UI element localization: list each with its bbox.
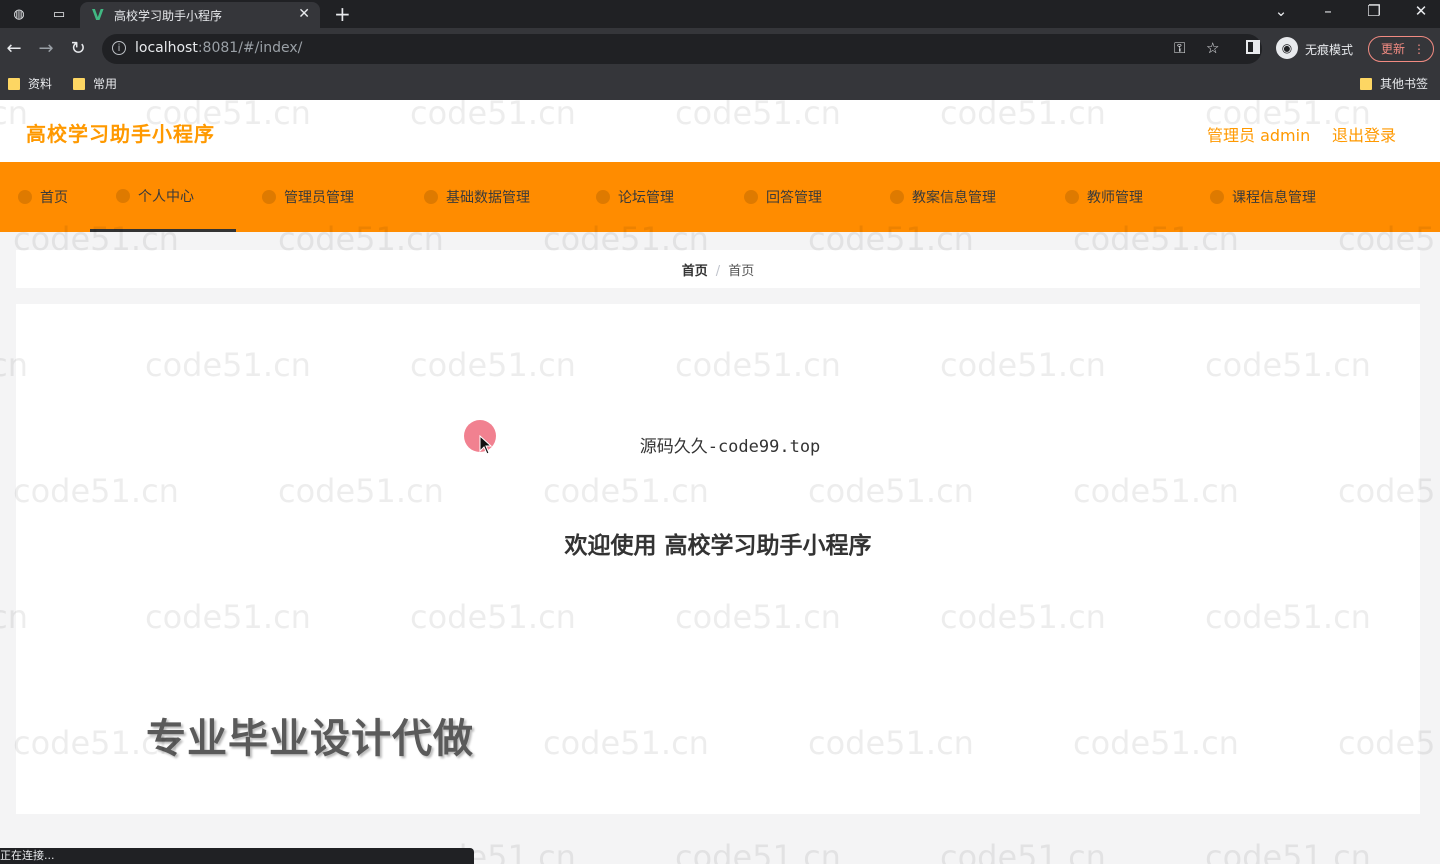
menu-item-teachers[interactable]: 教师管理 xyxy=(1065,162,1143,232)
course-icon xyxy=(1210,190,1224,204)
watermark: code51.cn xyxy=(1205,838,1371,864)
forum-icon xyxy=(596,190,610,204)
browser-titlebar: ◍ ▭ V 高校学习助手小程序 ✕ + ⌄ – ❐ ✕ xyxy=(0,0,1440,28)
main-menu: 首页 个人中心 管理员管理 基础数据管理 论坛管理 回答管理 教案信息管理 教师… xyxy=(0,162,1440,232)
chevron-down-icon[interactable]: ⌄ xyxy=(1266,2,1296,20)
browser-status-bar: 正在连接... xyxy=(0,848,474,864)
info-icon[interactable]: i xyxy=(112,41,126,55)
page: 高校学习助手小程序 管理员 admin 退出登录 首页 个人中心 管理员管理 基… xyxy=(0,100,1440,864)
back-icon[interactable]: ← xyxy=(3,38,25,60)
teacher-icon xyxy=(1065,190,1079,204)
bookmark-folder[interactable]: 常用 xyxy=(73,75,117,92)
reload-icon[interactable]: ↻ xyxy=(67,38,89,60)
breadcrumb-card: 首页 / 首页 xyxy=(16,250,1420,288)
user-label: 管理员 admin xyxy=(1207,126,1311,145)
app-title: 高校学习助手小程序 xyxy=(26,122,215,146)
other-bookmarks[interactable]: 其他书签 xyxy=(1360,75,1428,92)
tab-title: 高校学习助手小程序 xyxy=(114,8,223,23)
breadcrumb-current: 首页 xyxy=(728,264,755,279)
breadcrumb: 首页 / 首页 xyxy=(16,260,1420,279)
address-bar[interactable]: i localhost:8081/#/index/ ⚿ ☆ xyxy=(102,34,1262,64)
answer-icon xyxy=(744,190,758,204)
folder-icon xyxy=(8,77,20,90)
close-tab-icon[interactable]: ✕ xyxy=(298,6,310,22)
menu-item-lesson-plans[interactable]: 教案信息管理 xyxy=(890,162,996,232)
bookmark-folder[interactable]: 资料 xyxy=(8,75,52,92)
key-icon[interactable]: ⚿ xyxy=(1174,39,1185,57)
incognito-icon[interactable]: ◉ xyxy=(1276,37,1298,59)
watermark: code51.cn xyxy=(675,838,841,864)
data-icon xyxy=(424,190,438,204)
source-text: 源码久久-code99.top xyxy=(639,437,821,457)
app-header: 高校学习助手小程序 管理员 admin 退出登录 xyxy=(0,100,1440,162)
content-card: 源码久久-code99.top 欢迎使用 高校学习助手小程序 专业毕业设计代做 xyxy=(16,304,1420,814)
browser-tab[interactable]: V 高校学习助手小程序 ✕ xyxy=(80,2,320,28)
menu-item-basic-data[interactable]: 基础数据管理 xyxy=(424,162,530,232)
welcome-heading: 欢迎使用 高校学习助手小程序 xyxy=(564,533,872,559)
incognito-label: 无痕模式 xyxy=(1305,43,1354,57)
home-icon xyxy=(18,190,32,204)
tab-search-icon[interactable]: ▭ xyxy=(50,5,68,23)
forward-icon[interactable]: → xyxy=(35,38,57,60)
breadcrumb-home[interactable]: 首页 xyxy=(682,264,708,279)
menu-item-home[interactable]: 首页 xyxy=(18,162,68,232)
cursor-arrow-icon xyxy=(479,435,493,455)
close-window-icon[interactable]: ✕ xyxy=(1406,2,1436,20)
update-button[interactable]: 更新 ⋮ xyxy=(1368,36,1434,62)
menu-item-profile[interactable]: 个人中心 xyxy=(90,162,236,232)
globe-icon[interactable]: ◍ xyxy=(10,5,28,23)
menu-item-admin[interactable]: 管理员管理 xyxy=(262,162,354,232)
user-icon xyxy=(116,188,130,203)
admin-icon xyxy=(262,190,276,204)
new-tab-icon[interactable]: + xyxy=(334,2,351,26)
star-icon[interactable]: ☆ xyxy=(1206,39,1219,57)
logout-link[interactable]: 退出登录 xyxy=(1332,122,1396,146)
menu-item-courses[interactable]: 课程信息管理 xyxy=(1210,162,1316,232)
breadcrumb-separator: / xyxy=(715,264,721,279)
bookmarks-bar: 资料 常用 其他书签 xyxy=(0,70,1440,101)
watermark: code51.cn xyxy=(940,838,1106,864)
menu-item-forum[interactable]: 论坛管理 xyxy=(596,162,674,232)
restore-icon[interactable]: ❐ xyxy=(1359,2,1389,20)
browser-toolbar: ← → ↻ i localhost:8081/#/index/ ⚿ ☆ ◉ 无痕… xyxy=(0,28,1440,70)
minimize-icon[interactable]: – xyxy=(1313,2,1343,20)
folder-icon xyxy=(1360,77,1372,90)
menu-dots-icon[interactable]: ⋮ xyxy=(1413,37,1425,61)
url-text[interactable]: localhost:8081/#/index/ xyxy=(135,40,302,56)
lesson-icon xyxy=(890,190,904,204)
side-panel-icon[interactable] xyxy=(1246,40,1260,54)
promo-text: 专业毕业设计代做 xyxy=(146,716,474,762)
folder-icon xyxy=(73,77,85,90)
vue-icon: V xyxy=(92,6,104,24)
menu-item-answers[interactable]: 回答管理 xyxy=(744,162,822,232)
